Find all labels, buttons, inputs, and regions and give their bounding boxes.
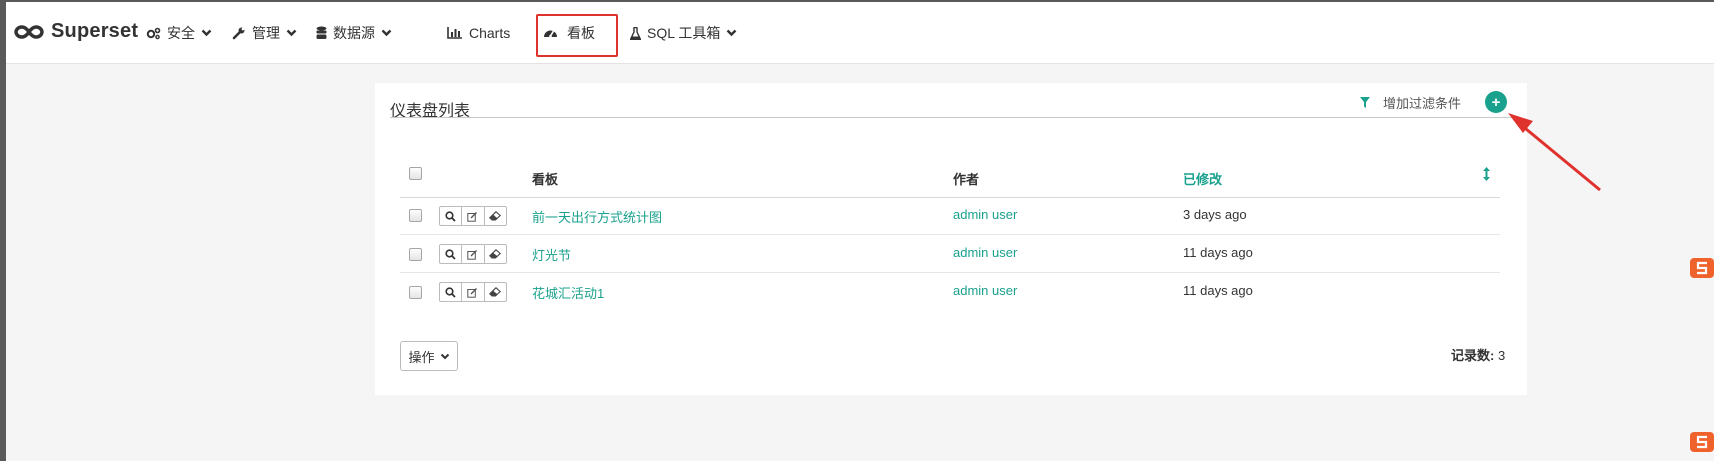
gears-icon <box>146 27 161 39</box>
row-divider <box>400 234 1500 235</box>
flask-icon <box>630 26 641 40</box>
bar-chart-icon <box>447 27 462 39</box>
eraser-icon <box>489 211 502 221</box>
filter-icon <box>1360 97 1370 108</box>
side-badge-icon <box>1690 432 1714 452</box>
add-filter-label: 增加过滤条件 <box>1383 96 1462 111</box>
nav-sql-lab[interactable]: SQL 工具箱 <box>630 20 737 46</box>
column-header-dashboard[interactable]: 看板 <box>532 169 558 188</box>
eraser-icon <box>489 287 502 297</box>
nav-security[interactable]: 安全 <box>146 20 212 46</box>
show-button[interactable] <box>440 245 463 263</box>
column-header-modified[interactable]: 已修改 <box>1183 169 1222 188</box>
modified-time: 3 days ago <box>1183 207 1247 222</box>
eraser-icon <box>489 249 502 259</box>
brand-name: Superset <box>51 20 139 42</box>
row-checkbox[interactable] <box>409 248 422 261</box>
actions-label: 操作 <box>408 349 435 365</box>
chevron-down-icon <box>286 29 297 37</box>
modified-time: 11 days ago <box>1183 245 1253 260</box>
show-button[interactable] <box>440 207 463 225</box>
delete-button[interactable] <box>485 283 506 301</box>
search-icon <box>445 210 456 222</box>
modified-time: 11 days ago <box>1183 283 1253 298</box>
edit-button[interactable] <box>462 245 485 263</box>
wrench-icon <box>232 27 245 40</box>
nav-manage-label: 管理 <box>252 25 280 41</box>
nav-dashboards[interactable]: 看板 <box>543 20 595 46</box>
edit-icon <box>467 249 478 260</box>
add-filter-button[interactable]: 增加过滤条件 <box>1360 93 1461 112</box>
author-link[interactable]: admin user <box>953 245 1017 260</box>
add-dashboard-button[interactable]: + <box>1485 91 1507 113</box>
nav-dashboards-label: 看板 <box>567 25 595 41</box>
chevron-down-icon <box>440 353 449 359</box>
column-header-author[interactable]: 作者 <box>953 169 979 188</box>
record-count-label: 记录数: <box>1451 348 1495 363</box>
navbar: Superset 安全 管理 数据源 Charts 看板 SQL 工具箱 <box>6 2 1714 64</box>
database-icon <box>316 26 327 39</box>
dashboard-name-link[interactable]: 花城汇活动1 <box>532 283 604 302</box>
show-button[interactable] <box>440 283 463 301</box>
edit-button[interactable] <box>462 207 485 225</box>
actions-dropdown-button[interactable]: 操作 <box>400 341 458 371</box>
brand-logo[interactable]: Superset <box>14 20 138 43</box>
author-link[interactable]: admin user <box>953 207 1017 222</box>
search-icon <box>445 248 456 260</box>
row-checkbox[interactable] <box>409 209 422 222</box>
delete-button[interactable] <box>485 245 506 263</box>
edit-button[interactable] <box>462 283 485 301</box>
chevron-down-icon <box>727 29 737 37</box>
side-badge-icon <box>1690 258 1714 278</box>
nav-sql-lab-label: SQL 工具箱 <box>647 25 721 41</box>
chevron-down-icon <box>201 29 212 37</box>
chevron-down-icon <box>381 29 392 37</box>
edit-icon <box>467 211 478 222</box>
row-actions <box>439 244 507 264</box>
author-link[interactable]: admin user <box>953 283 1017 298</box>
table-header-divider <box>400 197 1500 198</box>
row-actions <box>439 282 507 302</box>
nav-datasources-label: 数据源 <box>333 25 375 41</box>
panel-divider <box>390 117 1512 118</box>
nav-security-label: 安全 <box>167 25 195 41</box>
dashboard-icon <box>544 30 557 38</box>
delete-button[interactable] <box>485 207 506 225</box>
row-divider <box>400 272 1500 273</box>
record-count-value: 3 <box>1497 348 1506 363</box>
dashboard-name-link[interactable]: 前一天出行方式统计图 <box>532 207 662 226</box>
select-all-checkbox[interactable] <box>409 167 422 180</box>
nav-charts[interactable]: Charts <box>447 20 510 46</box>
row-checkbox[interactable] <box>409 286 422 299</box>
row-actions <box>439 206 507 226</box>
window-left-edge <box>0 0 6 461</box>
nav-datasources[interactable]: 数据源 <box>316 20 392 46</box>
nav-manage[interactable]: 管理 <box>232 20 297 46</box>
dashboard-name-link[interactable]: 灯光节 <box>532 245 571 264</box>
infinity-logo-icon <box>14 24 44 39</box>
edit-icon <box>467 287 478 298</box>
sort-icon[interactable] <box>1483 167 1490 181</box>
record-count: 记录数: 3 <box>1451 345 1505 364</box>
dashboard-list-panel: 仪表盘列表 增加过滤条件 + 看板 作者 已修改 前一天出行方式统计图 admi… <box>375 83 1527 395</box>
search-icon <box>445 286 456 298</box>
nav-charts-label: Charts <box>469 25 511 41</box>
